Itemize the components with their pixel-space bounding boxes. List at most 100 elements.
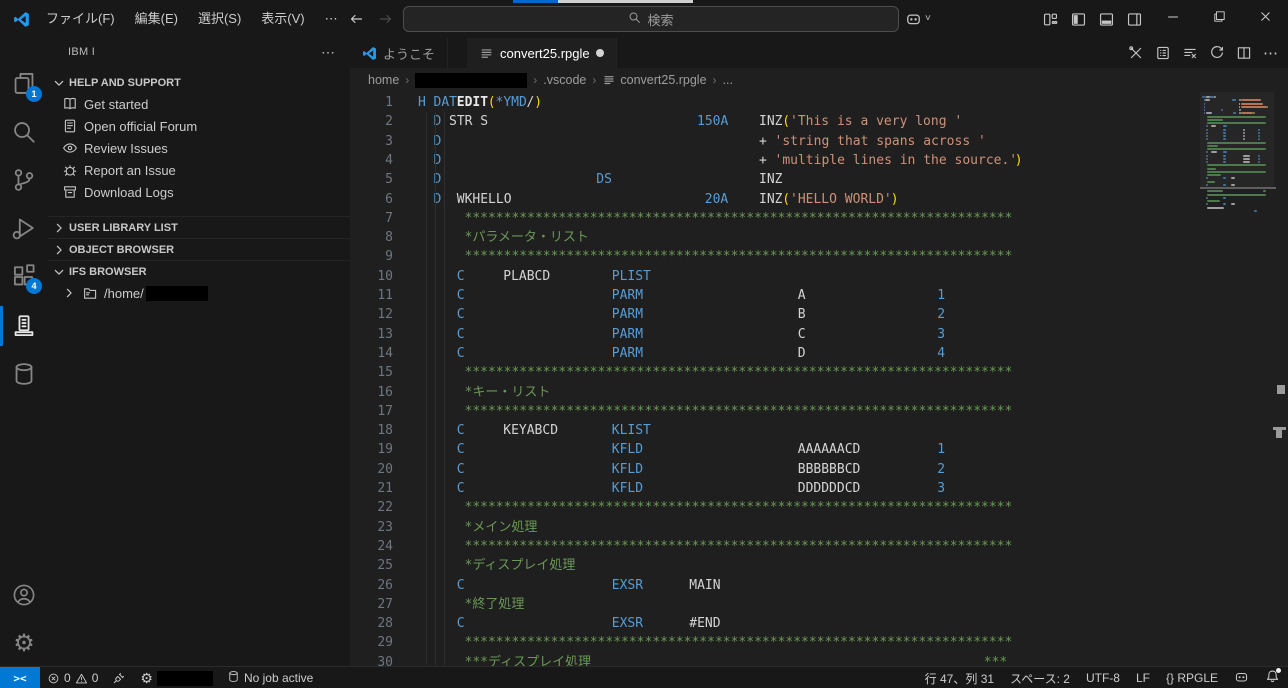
line-number[interactable]: 10 xyxy=(350,267,393,286)
status--rpgle[interactable]: {} RPGLE xyxy=(1166,671,1218,685)
code-line-7[interactable]: ****************************************… xyxy=(418,209,1218,228)
sidebar-item-review-issues[interactable]: Review Issues xyxy=(48,137,350,159)
code-line-3[interactable]: D +'string that spans across ' xyxy=(418,132,1218,151)
code-line-20[interactable]: C KFLD BBBBBBCD 2 xyxy=(418,460,1218,479)
copilot-menu[interactable]: ˅ xyxy=(905,10,931,27)
line-number[interactable]: 20 xyxy=(350,460,393,479)
code-line-17[interactable]: ****************************************… xyxy=(418,402,1218,421)
line-number[interactable]: 5 xyxy=(350,170,393,189)
code-line-2[interactable]: D STR S 150A INZ('This is a very long ' xyxy=(418,112,1218,131)
code-line-8[interactable]: *パラメータ・リスト xyxy=(418,228,1218,247)
line-number[interactable]: 30 xyxy=(350,653,393,666)
line-number[interactable]: 14 xyxy=(350,344,393,363)
status--2[interactable]: スペース: 2 xyxy=(1010,670,1070,687)
line-number[interactable]: 4 xyxy=(350,151,393,170)
sidebar-more-actions[interactable]: ⋯ xyxy=(321,44,336,61)
line-number[interactable]: 15 xyxy=(350,363,393,382)
more-actions-icon[interactable]: ⋯ xyxy=(1263,44,1278,62)
line-number[interactable]: 9 xyxy=(350,247,393,266)
line-number[interactable]: 11 xyxy=(350,286,393,305)
status-utf-8[interactable]: UTF-8 xyxy=(1086,671,1120,685)
menu-3[interactable]: 表示(V) xyxy=(251,7,314,31)
activity-settings[interactable]: ⚙ xyxy=(0,619,48,667)
toggle-panel-icon[interactable] xyxy=(1098,11,1115,28)
breadcrumb-item--[interactable]: ... xyxy=(723,73,733,87)
code-line-29[interactable]: ****************************************… xyxy=(418,633,1218,652)
code-line-22[interactable]: ****************************************… xyxy=(418,498,1218,517)
tab-ようこそ[interactable]: ようこそ xyxy=(350,38,449,68)
status-robot[interactable] xyxy=(1234,669,1249,687)
job-status[interactable]: No job active xyxy=(220,667,320,688)
activity-accounts[interactable] xyxy=(0,571,48,619)
activity-explorer[interactable]: 1 xyxy=(0,60,48,108)
line-number[interactable]: 8 xyxy=(350,228,393,247)
card-icon[interactable] xyxy=(1155,45,1171,61)
code-line-11[interactable]: C PARM A 1 xyxy=(418,286,1218,305)
line-number[interactable]: 22 xyxy=(350,498,393,517)
sidebar-item--home-[interactable]: /home/ xyxy=(48,282,350,304)
sidebar-item-download-logs[interactable]: Download Logs xyxy=(48,181,350,203)
command-center-search[interactable]: 検索 xyxy=(403,6,899,32)
line-number[interactable]: 23 xyxy=(350,518,393,537)
line-number[interactable]: 13 xyxy=(350,325,393,344)
line-number[interactable]: 29 xyxy=(350,633,393,652)
status--47-31[interactable]: 行 47、列 31 xyxy=(925,670,994,687)
problems-status[interactable]: 00 xyxy=(40,667,105,688)
sidebar-item-get-started[interactable]: Get started xyxy=(48,93,350,115)
code-line-14[interactable]: C PARM D 4 xyxy=(418,344,1218,363)
activity-run-and-debug[interactable] xyxy=(0,204,48,252)
code-line-25[interactable]: *ディスプレイ処理 xyxy=(418,556,1218,575)
line-number[interactable]: 16 xyxy=(350,383,393,402)
code-line-10[interactable]: C PLABCD PLIST xyxy=(418,267,1218,286)
menu-0[interactable]: ファイル(F) xyxy=(36,7,125,31)
sidebar-item-open-official-forum[interactable]: Open official Forum xyxy=(48,115,350,137)
line-number[interactable]: 21 xyxy=(350,479,393,498)
activity-databases[interactable] xyxy=(0,350,48,398)
code-line-28[interactable]: C EXSR #END xyxy=(418,614,1218,633)
activity-extensions[interactable]: 4 xyxy=(0,252,48,300)
toggle-secondary-sidebar-icon[interactable] xyxy=(1126,11,1143,28)
split-icon[interactable] xyxy=(1236,45,1252,61)
line-number[interactable]: 3 xyxy=(350,132,393,151)
tools-icon[interactable] xyxy=(1128,45,1144,61)
code-line-23[interactable]: *メイン処理 xyxy=(418,518,1218,537)
section-object-browser[interactable]: OBJECT BROWSER xyxy=(48,238,350,260)
sidebar-item-report-an-issue[interactable]: Report an Issue xyxy=(48,159,350,181)
modified-dot[interactable] xyxy=(595,49,604,57)
code-line-18[interactable]: C KEYABCD KLIST xyxy=(418,421,1218,440)
line-number[interactable]: 24 xyxy=(350,537,393,556)
line-number[interactable]: 26 xyxy=(350,576,393,595)
line-number[interactable]: 2 xyxy=(350,112,393,131)
close-button[interactable] xyxy=(1242,0,1288,38)
code-line-12[interactable]: C PARM B 2 xyxy=(418,305,1218,324)
code-line-16[interactable]: *キー・リスト xyxy=(418,383,1218,402)
section-user-library-list[interactable]: USER LIBRARY LIST xyxy=(48,216,350,238)
code-line-4[interactable]: D +'multiple lines in the source.') xyxy=(418,151,1218,170)
line-number[interactable]: 7 xyxy=(350,209,393,228)
menu-1[interactable]: 編集(E) xyxy=(125,7,188,31)
status-lf[interactable]: LF xyxy=(1136,671,1150,685)
activity-ibm-i[interactable] xyxy=(0,302,48,350)
line-number[interactable]: 6 xyxy=(350,190,393,209)
remote-indicator[interactable]: >< xyxy=(0,667,40,688)
code-line-13[interactable]: C PARM C 3 xyxy=(418,325,1218,344)
line-number[interactable]: 25 xyxy=(350,556,393,575)
connection-settings[interactable]: ⚙ xyxy=(133,667,220,688)
restore-button[interactable] xyxy=(1196,0,1242,38)
code-line-30[interactable]: ***ディスプレイ処理 *** xyxy=(418,653,1218,666)
menu-2[interactable]: 選択(S) xyxy=(188,7,251,31)
code-line-21[interactable]: C KFLD DDDDDDCD 3 xyxy=(418,479,1218,498)
code-line-26[interactable]: C EXSR MAIN xyxy=(418,576,1218,595)
code-line-15[interactable]: ****************************************… xyxy=(418,363,1218,382)
breadcrumb-item-convert25-rpgle[interactable]: convert25.rpgle xyxy=(602,73,707,87)
status-bell[interactable] xyxy=(1265,668,1281,687)
line-number[interactable]: 12 xyxy=(350,305,393,324)
section-help-and-support[interactable]: HELP AND SUPPORT xyxy=(48,72,350,94)
activity-source-control[interactable] xyxy=(0,156,48,204)
line-number[interactable]: 19 xyxy=(350,440,393,459)
refresh-icon[interactable] xyxy=(1209,45,1225,61)
line-number[interactable]: 17 xyxy=(350,402,393,421)
connection-plug[interactable] xyxy=(105,667,133,688)
code-line-5[interactable]: D DS INZ xyxy=(418,170,1218,189)
line-number[interactable]: 1 xyxy=(350,93,393,112)
